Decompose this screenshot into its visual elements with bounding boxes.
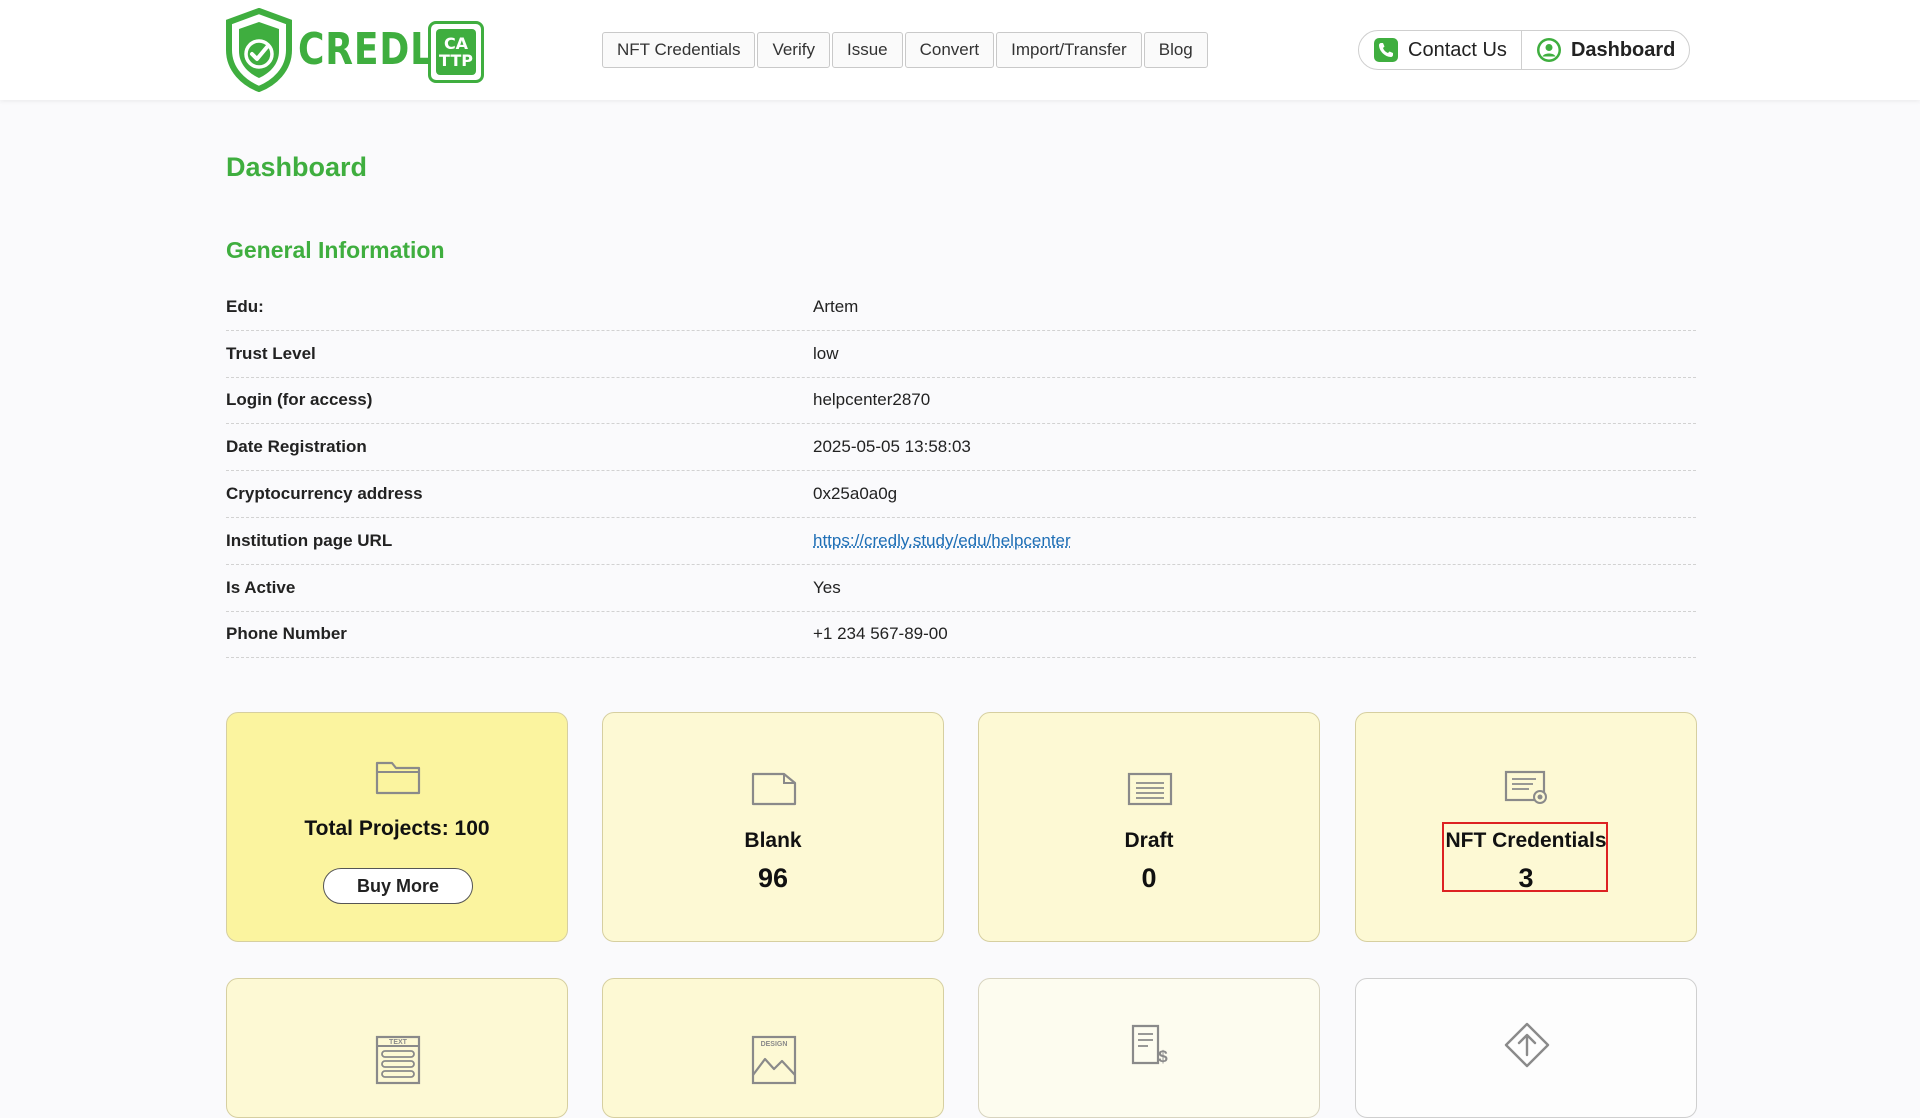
certificate-icon	[1504, 770, 1547, 804]
draft-document-icon	[1127, 772, 1173, 806]
logo-badge-line1: CA	[443, 34, 469, 53]
info-row-is-active: Is Active Yes	[226, 565, 1696, 612]
info-row-phone-number: Phone Number +1 234 567-89-00	[226, 612, 1696, 659]
page-title: Dashboard	[226, 152, 368, 182]
info-label: Phone Number	[226, 624, 347, 644]
design-template-icon: DESIGN	[751, 1035, 797, 1085]
info-label: Edu:	[226, 296, 264, 316]
buy-more-button[interactable]: Buy More	[323, 868, 473, 904]
shield-check-icon	[226, 8, 292, 92]
nav-import-transfer[interactable]: Import/Transfer	[996, 32, 1142, 68]
nav-convert[interactable]: Convert	[904, 32, 995, 68]
info-value: 2025-05-05 13:58:03	[813, 437, 971, 457]
phone-icon	[1374, 38, 1398, 62]
total-projects-card: Total Projects: 100 Buy More	[226, 712, 568, 942]
blank-card[interactable]: Blank 96	[602, 712, 944, 942]
info-value: Artem	[813, 296, 859, 316]
main-nav: NFT Credentials Verify Issue Convert Imp…	[602, 32, 1208, 68]
info-value: 0x25a0a0g	[813, 484, 898, 504]
info-label: Is Active	[226, 577, 296, 597]
text-template-icon: TEXT	[375, 1035, 421, 1085]
info-label: Login (for access)	[226, 390, 373, 410]
design-template-card[interactable]: DESIGN	[602, 978, 944, 1118]
upload-card[interactable]	[1355, 978, 1697, 1118]
svg-text:$: $	[1158, 1047, 1168, 1066]
top-header: CREDLY CA TTP NFT Credentials Verify Iss…	[0, 0, 1920, 100]
text-icon-label: TEXT	[389, 1039, 408, 1046]
invoice-card[interactable]: $	[978, 978, 1320, 1118]
blank-folder-icon	[751, 772, 797, 806]
institution-url-link[interactable]: https://credly.study/edu/helpcenter	[813, 531, 1071, 551]
blank-label: Blank	[744, 829, 802, 852]
nav-nft-credentials[interactable]: NFT Credentials	[602, 32, 756, 68]
total-projects-label: Total Projects: 100	[304, 817, 490, 840]
blank-count: 96	[757, 863, 789, 893]
info-row-login: Login (for access) helpcenter2870	[226, 378, 1696, 425]
logo-badge-line2: TTP	[439, 51, 473, 70]
info-value: helpcenter2870	[813, 390, 931, 410]
nav-issue[interactable]: Issue	[831, 32, 903, 68]
draft-card[interactable]: Draft 0	[978, 712, 1320, 942]
contact-us-button[interactable]: Contact Us	[1359, 31, 1521, 69]
invoice-icon: $	[1131, 1024, 1168, 1066]
header-actions: Contact Us Dashboard	[1358, 30, 1691, 70]
info-label: Trust Level	[226, 343, 316, 363]
general-info-title: General Information	[226, 237, 445, 263]
info-row-crypto-address: Cryptocurrency address 0x25a0a0g	[226, 471, 1696, 518]
info-value: low	[813, 343, 839, 363]
info-row-institution-url: Institution page URL https://credly.stud…	[226, 518, 1696, 565]
credly-logo[interactable]: CREDLY CA TTP	[224, 8, 486, 92]
nav-blog[interactable]: Blog	[1143, 32, 1208, 68]
dashboard-label: Dashboard	[1570, 38, 1676, 61]
draft-label: Draft	[1124, 829, 1174, 852]
info-label: Date Registration	[226, 437, 367, 457]
contact-us-label: Contact Us	[1408, 38, 1507, 61]
general-info-table: Edu: Artem Trust Level low Login (for ac…	[226, 284, 1696, 659]
draft-count: 0	[1141, 863, 1157, 893]
folder-icon	[375, 761, 421, 795]
info-label: Cryptocurrency address	[226, 484, 423, 504]
highlight-box	[1442, 822, 1608, 892]
nav-verify[interactable]: Verify	[757, 32, 830, 68]
info-value: Yes	[813, 577, 841, 597]
info-row-edu: Edu: Artem	[226, 284, 1696, 331]
design-icon-label: DESIGN	[761, 1041, 788, 1048]
text-template-card[interactable]: TEXT	[226, 978, 568, 1118]
dashboard-button[interactable]: Dashboard	[1520, 31, 1689, 69]
info-row-date-registration: Date Registration 2025-05-05 13:58:03	[226, 424, 1696, 472]
upload-diamond-icon	[1504, 1022, 1550, 1068]
logo-badge: CA TTP	[428, 21, 484, 83]
info-value: +1 234 567-89-00	[813, 624, 948, 644]
info-row-trust-level: Trust Level low	[226, 331, 1696, 378]
user-icon	[1536, 38, 1561, 62]
info-label: Institution page URL	[226, 530, 393, 550]
